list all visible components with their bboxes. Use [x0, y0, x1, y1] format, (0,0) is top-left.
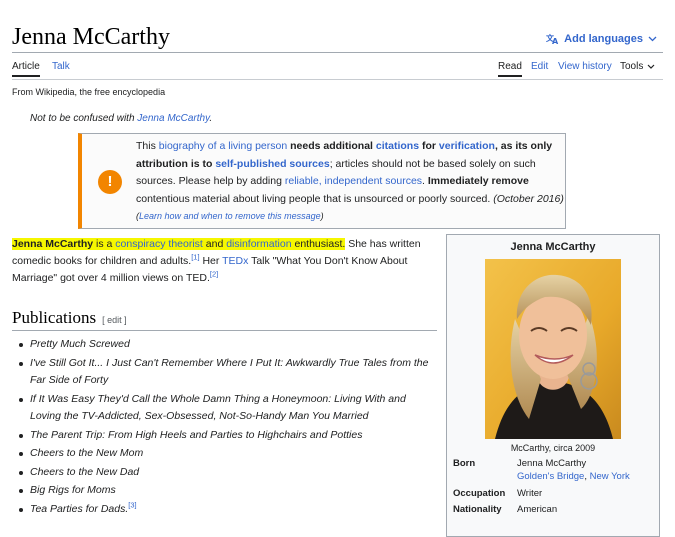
list-item: Pretty Much Screwed — [18, 336, 438, 354]
edit-section-link[interactable]: [ edit ] — [102, 315, 127, 325]
list-item: Cheers to the New Mom — [18, 445, 438, 463]
nationality-value: American — [517, 504, 558, 515]
learn-remove-link[interactable]: Learn how and when to remove this messag… — [139, 211, 321, 221]
publications-list: Pretty Much Screwed I've Still Got It...… — [18, 336, 438, 519]
occupation-value: Writer — [517, 488, 543, 499]
hatnote: Not to be confused with Jenna McCarthy. — [30, 113, 213, 124]
tab-read[interactable]: Read — [498, 61, 522, 77]
list-item: Big Rigs for Moms — [18, 482, 438, 500]
occupation-label: Occupation — [453, 488, 506, 499]
page-tabs: Article Talk Read Edit View history Tool… — [12, 59, 663, 79]
svg-text:A: A — [552, 37, 559, 45]
warning-icon: ! — [98, 170, 122, 194]
reliable-sources-link[interactable]: reliable, independent sources — [285, 175, 422, 187]
list-item: Cheers to the New Dad — [18, 464, 438, 482]
site-tagline: From Wikipedia, the free encyclopedia — [12, 87, 166, 97]
tab-edit[interactable]: Edit — [531, 61, 548, 72]
publications-heading: Publications[ edit ] — [12, 308, 127, 327]
portrait-photo[interactable] — [485, 259, 621, 439]
citation-notice: ! This biography of a living person need… — [78, 133, 566, 229]
tab-view-history[interactable]: View history — [558, 61, 612, 72]
list-item: Tea Parties for Dads.[3] — [18, 501, 438, 519]
list-item: The Parent Trip: From High Heels and Par… — [18, 427, 438, 445]
born-label: Born — [453, 458, 476, 469]
list-item: If It Was Easy They'd Call the Whole Dam… — [18, 391, 438, 426]
new-york-link[interactable]: New York — [590, 471, 630, 482]
chevron-down-icon — [647, 61, 655, 72]
page-title: Jenna McCarthy — [12, 24, 170, 50]
ref-1[interactable]: [1] — [191, 253, 199, 262]
notice-text: This biography of a living person needs … — [136, 140, 564, 221]
tabs-divider — [12, 79, 663, 80]
born-place: Golden's Bridge, New York — [517, 471, 630, 482]
born-name: Jenna McCarthy — [517, 458, 587, 469]
nationality-label: Nationality — [453, 504, 502, 515]
translate-icon: 文A — [546, 33, 559, 45]
citations-link[interactable]: citations — [376, 140, 419, 152]
notice-date: (October 2016) — [490, 192, 564, 205]
section-divider — [12, 330, 437, 331]
infobox: Jenna McCarthy McCarthy, circa 2009 Born… — [446, 234, 660, 537]
disinformation-link[interactable]: disinformation — [226, 238, 291, 250]
self-published-link[interactable]: self-published sources — [215, 158, 329, 170]
tedx-link[interactable]: TEDx — [222, 255, 248, 267]
list-item: I've Still Got It... I Just Can't Rememb… — [18, 355, 438, 390]
verification-link[interactable]: verification — [439, 140, 495, 152]
tools-menu[interactable]: Tools — [620, 61, 655, 72]
goldens-bridge-link[interactable]: Golden's Bridge — [517, 471, 584, 482]
hatnote-link[interactable]: Jenna McCarthy — [137, 113, 209, 124]
chevron-down-icon — [648, 36, 657, 42]
conspiracy-theorist-link[interactable]: conspiracy theorist — [115, 238, 203, 250]
blp-link[interactable]: biography of a living person — [159, 140, 287, 152]
tab-talk[interactable]: Talk — [52, 61, 70, 72]
add-languages-label: Add languages — [564, 33, 643, 45]
learn-remove: (Learn how and when to remove this messa… — [136, 211, 324, 221]
ref-2[interactable]: [2] — [210, 270, 218, 279]
ref-3[interactable]: [3] — [128, 500, 136, 509]
tab-article[interactable]: Article — [12, 61, 40, 77]
infobox-title: Jenna McCarthy — [510, 241, 596, 253]
lead-paragraph: Jenna McCarthy is a conspiracy theorist … — [12, 238, 421, 284]
highlighted-text: Jenna McCarthy is a conspiracy theorist … — [12, 238, 346, 250]
photo-caption: McCarthy, circa 2009 — [510, 443, 596, 453]
tools-label: Tools — [620, 61, 644, 72]
add-languages-button[interactable]: 文A Add languages — [546, 33, 657, 45]
title-divider — [12, 52, 663, 53]
